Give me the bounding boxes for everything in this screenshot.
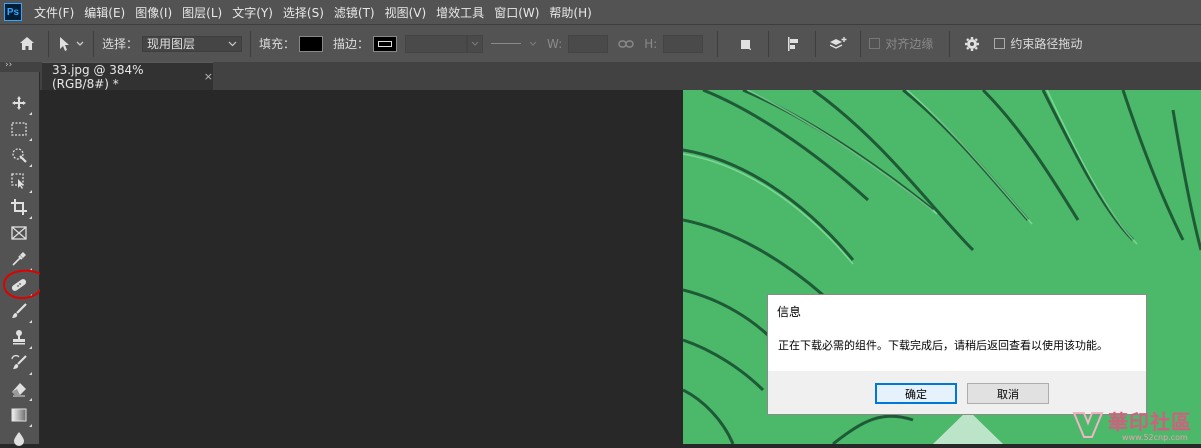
select-target-dropdown[interactable]: 现用图层: [142, 35, 243, 52]
cancel-button[interactable]: 取消: [967, 383, 1049, 404]
width-field[interactable]: [568, 34, 609, 53]
dialog-message: 正在下载必需的组件。下载完成后，请稍后返回查看以使用该功能。: [778, 339, 1108, 352]
toolbar-collapse-icon[interactable]: ››: [0, 60, 40, 72]
stroke-type-dropdown[interactable]: [491, 35, 537, 53]
toolbar-collapse-glyph: ››: [5, 60, 13, 70]
stroke-width-dropdown[interactable]: [467, 34, 484, 53]
watermark-logo-icon: [1072, 412, 1104, 438]
menu-select[interactable]: 选择(S): [283, 4, 324, 21]
path-operations-icon[interactable]: [734, 33, 756, 55]
move-tool-preset-icon[interactable]: [57, 36, 85, 52]
eyedropper-icon[interactable]: [10, 250, 32, 271]
stroke-color-swatch[interactable]: [373, 35, 398, 52]
divider: [250, 30, 252, 57]
menu-filter[interactable]: 滤镜(T): [334, 4, 375, 21]
dialog-title: 信息: [777, 305, 802, 319]
divider: [815, 30, 817, 57]
menu-file[interactable]: 文件(F): [34, 4, 74, 21]
height-field[interactable]: [663, 34, 704, 53]
select-label: 选择：: [102, 37, 139, 51]
align-edges-checkbox[interactable]: [869, 38, 881, 49]
watermark: 華印社區 www.52cnp.com: [1070, 405, 1201, 444]
quick-select-icon[interactable]: [10, 146, 32, 167]
menu-type[interactable]: 文字(Y): [232, 4, 273, 21]
divider: [949, 30, 951, 57]
divider: [860, 30, 862, 57]
object-select-icon[interactable]: [10, 172, 32, 193]
tools-panel: [0, 72, 40, 446]
document-tab[interactable]: 33.jpg @ 384%(RGB/8#) * ×: [42, 62, 213, 91]
gradient-icon[interactable]: [10, 406, 32, 427]
brush-icon[interactable]: [10, 302, 32, 323]
history-brush-icon[interactable]: [10, 354, 32, 375]
menu-plugins[interactable]: 增效工具: [436, 4, 484, 21]
menu-help[interactable]: 帮助(H): [549, 4, 591, 21]
menu-layer[interactable]: 图层(L): [182, 4, 222, 21]
menu-image[interactable]: 图像(I): [135, 4, 172, 21]
document-tab-label: 33.jpg @ 384%(RGB/8#) *: [52, 62, 144, 91]
constrain-path-checkbox[interactable]: [994, 38, 1006, 49]
menubar: Ps 文件(F) 编辑(E) 图像(I) 图层(L) 文字(Y) 选择(S) 滤…: [0, 0, 1201, 24]
ok-button[interactable]: 确定: [875, 383, 957, 404]
eraser-icon[interactable]: [10, 380, 32, 401]
divider: [93, 30, 94, 57]
chevron-down-icon: [471, 41, 479, 46]
width-label: W:: [547, 36, 563, 51]
path-alignment-icon[interactable]: [783, 33, 805, 55]
select-target-value: 现用图层: [147, 37, 196, 51]
home-icon[interactable]: [14, 31, 40, 57]
divider: [768, 30, 770, 57]
constrain-path-label: 约束路径拖动: [1010, 37, 1083, 51]
frame-icon[interactable]: [10, 224, 28, 242]
menu-view[interactable]: 视图(V): [385, 4, 427, 21]
link-icon[interactable]: [618, 39, 634, 49]
stamp-icon[interactable]: [10, 328, 32, 349]
options-bar: 选择： 现用图层 填充： 描边： W: H: 对齐边缘 约束路径拖动: [0, 24, 1201, 62]
fill-color-swatch[interactable]: [299, 35, 324, 52]
chevron-down-icon: [228, 41, 237, 46]
move-icon[interactable]: [10, 94, 32, 115]
stroke-label: 描边：: [333, 37, 370, 51]
watermark-text: 華印社區: [1108, 410, 1192, 434]
close-icon[interactable]: ×: [204, 70, 213, 83]
menu-window[interactable]: 窗口(W): [494, 4, 539, 21]
path-arrangement-icon[interactable]: [828, 33, 850, 55]
fill-label: 填充：: [259, 37, 296, 51]
chevron-down-icon: [529, 41, 537, 46]
marquee-icon[interactable]: [10, 120, 32, 141]
gear-icon[interactable]: [962, 34, 982, 54]
watermark-url: www.52cnp.com: [1122, 433, 1188, 442]
divider: [48, 30, 49, 57]
crop-icon[interactable]: [10, 198, 32, 219]
stroke-width-field[interactable]: [405, 34, 468, 53]
align-edges-label: 对齐边缘: [885, 37, 934, 51]
divider: [717, 30, 719, 57]
info-dialog: 信息 正在下载必需的组件。下载完成后，请稍后返回查看以使用该功能。 确定 取消: [767, 294, 1147, 415]
blur-icon[interactable]: [10, 430, 28, 448]
photoshop-logo-icon[interactable]: Ps: [4, 3, 22, 21]
menu-edit[interactable]: 编辑(E): [84, 4, 125, 21]
height-label: H:: [644, 36, 658, 51]
